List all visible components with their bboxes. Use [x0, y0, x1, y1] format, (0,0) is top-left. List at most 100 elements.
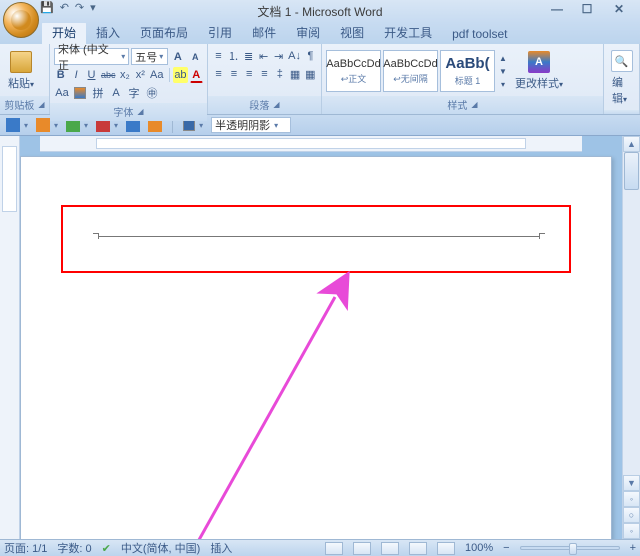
tool-icon[interactable] [36, 118, 50, 132]
chevron-down-icon[interactable]: ▾ [114, 121, 118, 130]
align-right-button[interactable]: ≡ [243, 66, 256, 82]
zoom-slider[interactable] [520, 546, 620, 550]
vertical-scrollbar[interactable]: ▲ ▼ ◦ ○ ◦ [622, 136, 640, 539]
chevron-down-icon[interactable]: ▾ [84, 121, 88, 130]
scroll-down-button[interactable]: ▼ [623, 475, 640, 491]
styles-dialog-launcher[interactable]: ◢ [471, 100, 477, 109]
superscript-button[interactable]: x² [134, 67, 147, 83]
multilevel-button[interactable]: ≣ [242, 48, 255, 64]
show-marks-button[interactable]: ¶ [304, 48, 317, 64]
style-normal[interactable]: AaBbCcDd ↩正文 [326, 50, 381, 92]
increase-indent-button[interactable]: ⇥ [272, 48, 285, 64]
vertical-ruler[interactable] [0, 136, 20, 539]
qat-undo-icon[interactable]: ↶ [60, 1, 69, 14]
view-draft[interactable] [437, 542, 455, 555]
spell-check-icon[interactable]: ✔ [102, 542, 111, 555]
tab-view[interactable]: 视图 [330, 21, 374, 44]
align-center-button[interactable]: ≡ [227, 66, 240, 82]
align-left-button[interactable]: ≡ [212, 66, 225, 82]
font-size-combo[interactable]: 五号▾ [131, 48, 168, 65]
zoom-slider-knob[interactable] [569, 543, 577, 555]
chevron-down-icon[interactable]: ▾ [24, 121, 28, 130]
paste-button[interactable]: 粘贴▾ [4, 48, 38, 94]
next-page-button[interactable]: ◦ [623, 523, 640, 539]
window-title: 文档 1 - Microsoft Word [257, 3, 382, 20]
style-no-spacing[interactable]: AaBbCcDd ↩无间隔 [383, 50, 438, 92]
styles-expand[interactable]: ▾ [497, 78, 509, 91]
status-bar: 页面: 1/1 字数: 0 ✔ 中文(简体, 中国) 插入 100% − + [0, 539, 640, 556]
view-print-layout[interactable] [325, 542, 343, 555]
document-page[interactable] [20, 156, 612, 539]
chevron-down-icon[interactable]: ▾ [54, 121, 58, 130]
tab-pdf-toolset[interactable]: pdf toolset [442, 24, 517, 44]
italic-button[interactable]: I [69, 67, 82, 83]
office-button[interactable] [3, 2, 39, 38]
clipboard-dialog-launcher[interactable]: ◢ [38, 100, 44, 109]
shrink-font-button[interactable]: A [188, 49, 203, 65]
change-styles-button[interactable]: A 更改样式▾ [511, 51, 567, 91]
font-dialog-launcher[interactable]: ◢ [137, 107, 143, 116]
phonetic-button[interactable]: 拼 [90, 85, 106, 101]
prev-page-button[interactable]: ◦ [623, 491, 640, 507]
highlight-button[interactable]: ab [173, 67, 187, 83]
font-name-combo[interactable]: 宋体 (中文正▾ [54, 48, 129, 65]
minimize-button[interactable]: — [542, 0, 572, 18]
annotation-highlight-box [61, 205, 571, 273]
view-full-screen[interactable] [353, 542, 371, 555]
sort-button[interactable]: A↓ [287, 48, 302, 64]
char-shading-button[interactable]: 字 [126, 85, 142, 101]
zoom-out-button[interactable]: − [503, 542, 509, 554]
shading-button[interactable]: ▦ [288, 66, 301, 82]
scroll-track[interactable] [623, 152, 640, 475]
decrease-indent-button[interactable]: ⇤ [257, 48, 270, 64]
bold-button[interactable]: B [54, 67, 67, 83]
shadow-style-combo[interactable]: 半透明阴影▾ [211, 117, 291, 133]
editing-button[interactable]: 🔍 编辑▾ [608, 46, 635, 110]
close-button[interactable]: ✕ [602, 0, 636, 18]
paragraph-dialog-launcher[interactable]: ◢ [273, 100, 279, 109]
page-indicator[interactable]: 页面: 1/1 [4, 540, 47, 556]
tool-icon[interactable] [6, 118, 20, 132]
subscript-button[interactable]: x₂ [118, 67, 131, 83]
qat-dropdown-icon[interactable]: ▾ [90, 1, 96, 14]
bullets-button[interactable]: ≡ [212, 48, 225, 64]
char-border-button[interactable]: A [108, 85, 124, 101]
numbering-button[interactable]: ⒈ [227, 48, 240, 64]
style-name: ↩无间隔 [393, 72, 428, 85]
zoom-level[interactable]: 100% [465, 542, 493, 554]
document-viewport[interactable] [20, 136, 622, 539]
language-indicator[interactable]: 中文(简体, 中国) [121, 540, 200, 556]
browse-object-button[interactable]: ○ [623, 507, 640, 523]
grow-font-button[interactable]: A [170, 49, 185, 65]
clear-format-button[interactable]: Aa [54, 85, 70, 101]
strike-button[interactable]: abc [100, 67, 116, 83]
borders-button[interactable]: ▦ [304, 66, 317, 82]
tab-references[interactable]: 引用 [198, 21, 242, 44]
maximize-button[interactable]: ☐ [572, 0, 602, 18]
text-effects-button[interactable] [72, 85, 88, 101]
style-heading1[interactable]: AaBb( 标题 1 [440, 50, 495, 92]
tab-layout[interactable]: 页面布局 [130, 21, 198, 44]
qat-save-icon[interactable]: 💾 [40, 1, 54, 14]
change-case-button[interactable]: Aa [149, 67, 164, 83]
zoom-in-button[interactable]: + [630, 542, 636, 554]
scroll-thumb[interactable] [624, 152, 639, 190]
styles-row-down[interactable]: ▼ [497, 65, 509, 78]
line-spacing-button[interactable]: ‡ [273, 66, 286, 82]
word-count[interactable]: 字数: 0 [57, 540, 91, 556]
justify-button[interactable]: ≡ [258, 66, 271, 82]
view-web-layout[interactable] [381, 542, 399, 555]
horizontal-ruler[interactable] [40, 136, 582, 152]
chevron-down-icon[interactable]: ▾ [199, 121, 203, 130]
enclose-char-button[interactable]: ㊥ [144, 85, 160, 101]
tab-mailings[interactable]: 邮件 [242, 21, 286, 44]
insert-mode[interactable]: 插入 [210, 540, 232, 556]
underline-button[interactable]: U [85, 67, 98, 83]
view-outline[interactable] [409, 542, 427, 555]
font-color-button[interactable]: A [190, 67, 203, 83]
tab-developer[interactable]: 开发工具 [374, 21, 442, 44]
styles-row-up[interactable]: ▲ [497, 52, 509, 65]
scroll-up-button[interactable]: ▲ [623, 136, 640, 152]
tab-review[interactable]: 审阅 [286, 21, 330, 44]
qat-redo-icon[interactable]: ↷ [75, 1, 84, 14]
